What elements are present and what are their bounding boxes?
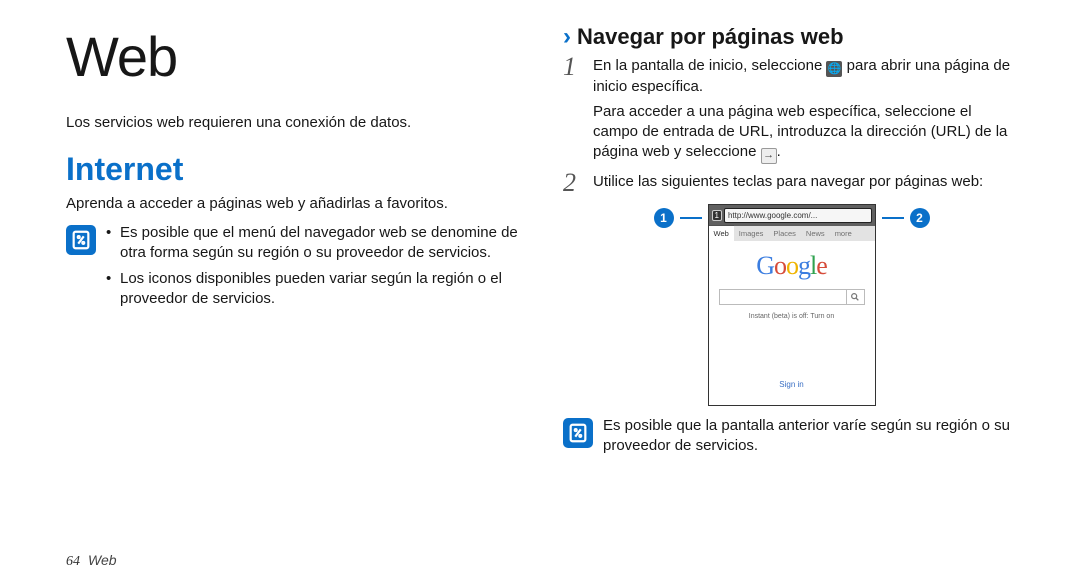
callout-badge-1: 1 [654,208,674,228]
callout-line [882,217,904,219]
chevron-right-icon: › [563,25,571,49]
section-heading-internet: Internet [66,151,523,188]
note-icon [66,225,96,255]
browser-tab[interactable]: News [801,226,830,241]
step-text: En la pantalla de inicio, seleccione [593,57,826,74]
note-text: Es posible que la pantalla anterior varí… [603,416,1020,457]
section-subtitle: Aprenda a acceder a páginas web y añadir… [66,194,523,214]
callout-badge-2: 2 [910,208,930,228]
page-title: Web [66,24,523,89]
step-2: 2 Utilice las siguientes teclas para nav… [563,172,1020,196]
note-box: Es posible que la pantalla anterior varí… [563,416,1020,457]
sign-in-link[interactable]: Sign in [719,380,865,389]
browser-tab[interactable]: Web [709,226,734,241]
globe-icon: 🌐 [826,61,842,77]
step-number: 2 [563,170,583,196]
step-text: . [777,143,781,160]
page-number: 64 [66,554,80,570]
step-text: Para acceder a una página web específica… [593,103,1007,161]
callout-line [680,217,702,219]
browser-tab[interactable]: more [830,226,857,241]
note-item: Los iconos disponibles pueden variar seg… [106,269,523,310]
url-field[interactable]: http://www.google.com/... [724,208,872,223]
step-number: 1 [563,54,583,164]
note-box: Es posible que el menú del navegador web… [66,223,523,316]
search-button[interactable] [846,290,864,304]
footer-title: Web [88,552,117,568]
instant-hint: Instant (beta) is off: Turn on [719,313,865,320]
note-icon [563,418,593,448]
go-arrow-icon: → [761,148,777,164]
search-bar [719,289,865,305]
magnifier-icon [850,292,860,302]
search-input[interactable] [720,290,846,304]
step-1: 1 En la pantalla de inicio, seleccione 🌐… [563,56,1020,164]
note-item: Es posible que el menú del navegador web… [106,223,523,264]
intro-text: Los servicios web requieren una conexión… [66,113,523,133]
phone-frame: 1 http://www.google.com/... Web Images P… [708,204,876,406]
google-logo: Google [719,251,865,281]
page-footer: 64 Web [66,552,117,570]
step-text: Utilice las siguientes teclas para naveg… [593,172,1020,196]
browser-tabs: Web Images Places News more [709,226,875,241]
subsection-heading: Navegar por páginas web [577,24,844,50]
browser-tab[interactable]: Places [768,226,801,241]
phone-illustration: 1 1 http://www.google.com/... Web Images… [563,204,1020,406]
tab-count-icon: 1 [712,210,722,221]
browser-tab[interactable]: Images [734,226,769,241]
